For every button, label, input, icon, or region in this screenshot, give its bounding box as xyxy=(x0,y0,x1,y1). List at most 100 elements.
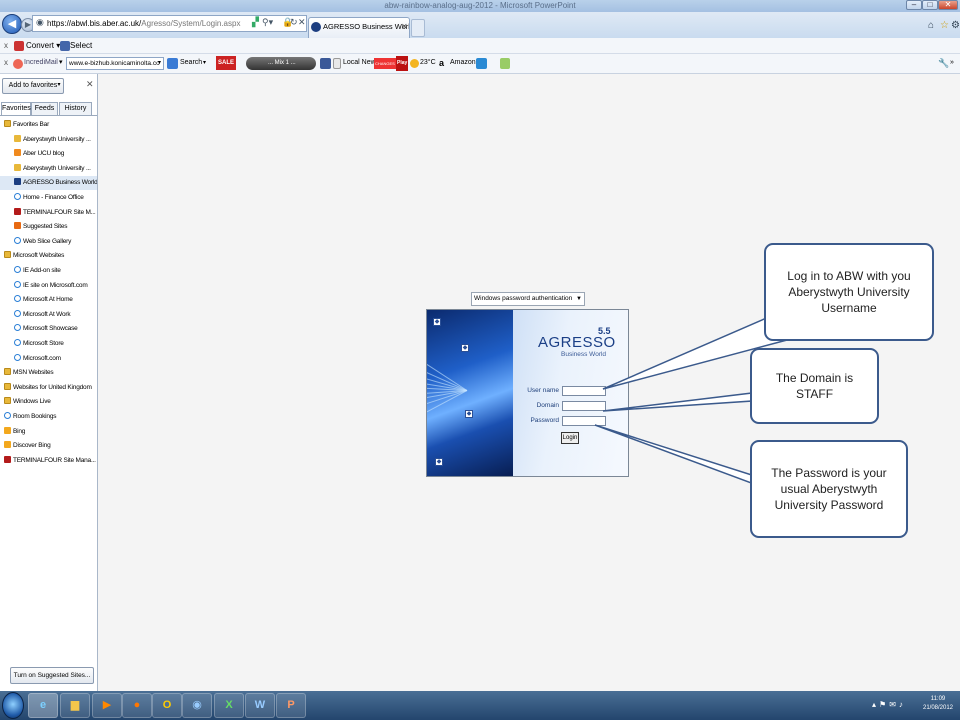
convert-button[interactable]: Convert ▾ xyxy=(26,38,60,53)
sidebar-item[interactable]: Microsoft Showcase xyxy=(0,322,97,336)
sidebar-item[interactable]: Favorites Bar xyxy=(0,118,97,132)
wrench-icon[interactable]: 🔧 xyxy=(938,54,949,72)
system-tray-icons[interactable]: ▴⚑✉♪ xyxy=(872,700,906,709)
username-callout: Log in to ABW with you Aberystwyth Unive… xyxy=(764,243,934,341)
sidebar-item[interactable]: MSN Websites xyxy=(0,366,97,380)
sidebar-item[interactable]: Microsoft At Work xyxy=(0,308,97,322)
tab-feeds[interactable]: Feeds xyxy=(31,102,58,115)
select-button[interactable]: Select xyxy=(70,38,92,53)
sidebar-item[interactable]: Websites for United Kingdom xyxy=(0,381,97,395)
ie-page-icon xyxy=(14,295,21,303)
close-toolbar-icon[interactable]: x xyxy=(4,54,8,72)
search-dropdown-icon[interactable]: ▾ xyxy=(203,54,206,72)
start-button[interactable] xyxy=(2,692,24,719)
sidebar-item[interactable]: TERMINALFOUR Site M... xyxy=(0,206,97,220)
username-input[interactable] xyxy=(562,386,606,396)
sidebar-item[interactable]: Aber UCU blog xyxy=(0,147,97,161)
sidebar-item[interactable]: Room Bookings xyxy=(0,410,97,424)
minimize-button[interactable]: – xyxy=(906,0,922,10)
close-window-button[interactable]: ✕ xyxy=(938,0,958,10)
sidebar-item[interactable]: Microsoft Store xyxy=(0,337,97,351)
sidebar-item-label: Bing xyxy=(13,427,26,435)
domain-callout: The Domain is STAFF xyxy=(750,348,879,424)
taskbar-ie-button[interactable]: e xyxy=(28,693,58,718)
back-button[interactable]: ◀ xyxy=(2,14,22,34)
search-icon[interactable] xyxy=(167,58,178,69)
taskbar-firefox-button[interactable]: ● xyxy=(122,693,152,718)
amazon-button[interactable]: Amazon xyxy=(450,54,476,72)
play-badge[interactable]: Play xyxy=(396,56,409,71)
favorites-list: Favorites Bar Aberystwyth University ... A… xyxy=(0,115,97,464)
sidebar-item[interactable]: Aberystwyth University ... xyxy=(0,162,97,176)
sidebar-item[interactable]: Discover Bing xyxy=(0,439,97,453)
tools-gear-icon[interactable]: ⚙ xyxy=(951,20,960,31)
banner-light-ray xyxy=(427,390,468,448)
sidebar-item[interactable]: Bing xyxy=(0,425,97,439)
toolbar-url-field[interactable]: www.e-bizhub.konicaminolta.co xyxy=(66,57,164,70)
url-dropdown-icon[interactable]: ▾ xyxy=(158,54,161,72)
sidebar-item-label: AGRESSO Business World xyxy=(23,179,97,187)
refresh-icon[interactable]: ↻ xyxy=(290,17,298,28)
banner-icon: ◆ xyxy=(433,318,441,326)
sidebar-item-label: Aber UCU blog xyxy=(23,150,65,158)
mail-dropdown-icon[interactable]: ▾ xyxy=(59,54,63,72)
stop-icon[interactable]: ✕ xyxy=(298,17,306,28)
sidebar-item[interactable]: TERMINALFOUR Site Mana... xyxy=(0,454,97,468)
compatibility-icon[interactable]: ▞ xyxy=(252,17,259,28)
login-button[interactable]: Login xyxy=(561,432,579,444)
temperature-readout[interactable]: 23°C xyxy=(420,54,436,72)
facebook-icon[interactable] xyxy=(320,58,331,69)
sidebar-item[interactable]: Microsoft At Home xyxy=(0,293,97,307)
taskbar-clock[interactable]: 11:09 21/08/2012 xyxy=(918,695,958,713)
bing-icon xyxy=(4,426,11,434)
taskbar-excel-button[interactable]: X xyxy=(214,693,244,718)
taskbar-media-button[interactable]: ▶ xyxy=(92,693,122,718)
new-tab-button[interactable] xyxy=(411,19,425,37)
search-button[interactable]: Search xyxy=(180,54,202,72)
sidebar-close-icon[interactable]: ✕ xyxy=(86,79,94,90)
domain-input[interactable] xyxy=(562,401,606,411)
sidebar-item[interactable]: Aberystwyth University ... xyxy=(0,133,97,147)
close-tab-icon[interactable]: ✕ xyxy=(401,22,408,31)
taskbar-explorer-button[interactable]: ▆ xyxy=(60,693,90,718)
browser-navigation-bar: ◀ ▶ https://abwl.bis.aber.ac.uk/Agresso/… xyxy=(0,12,960,38)
sidebar-item[interactable]: Microsoft Websites xyxy=(0,249,97,263)
taskbar-outlook-button[interactable]: O xyxy=(152,693,182,718)
bing-icon xyxy=(4,441,11,449)
home-icon[interactable]: ⌂ xyxy=(928,20,934,31)
ie-page-icon xyxy=(14,280,21,288)
sidebar-item[interactable]: Windows Live xyxy=(0,395,97,409)
sale-badge[interactable]: SALE xyxy=(216,56,237,70)
sidebar-item[interactable]: IE Add-on site xyxy=(0,264,97,278)
tab-favorites[interactable]: Favorites xyxy=(1,102,31,115)
sidebar-item[interactable]: AGRESSO Business World xyxy=(0,176,97,191)
convert-label: Convert xyxy=(26,41,55,50)
forward-arrow-icon: ▶ xyxy=(24,20,32,29)
media-player-bar[interactable]: ... Mix 1 ... xyxy=(246,57,316,70)
sidebar-item[interactable]: Home - Finance Office xyxy=(0,191,97,205)
sidebar-item[interactable]: Microsoft.com xyxy=(0,352,97,366)
close-commandbar-icon[interactable]: x xyxy=(4,38,8,53)
tab-history[interactable]: History xyxy=(59,102,92,115)
browser-tab-agresso[interactable]: AGRESSO Business World xyxy=(308,17,410,38)
skype-icon[interactable] xyxy=(476,58,487,69)
addon-icon[interactable] xyxy=(500,58,510,69)
select-icon xyxy=(60,41,70,51)
maximize-button[interactable]: □ xyxy=(922,0,938,10)
taskbar-agresso-button[interactable]: ◉ xyxy=(182,693,212,718)
sidebar-item[interactable]: IE site on Microsoft.com xyxy=(0,279,97,293)
add-favorites-dropdown[interactable]: ▾ xyxy=(54,78,64,94)
taskbar-powerpoint-button[interactable]: P xyxy=(276,693,306,718)
password-input[interactable] xyxy=(562,416,606,426)
sidebar-item[interactable]: Suggested Sites xyxy=(0,220,97,234)
toolbar-chevron-icon[interactable]: » xyxy=(950,54,954,72)
taskbar-word-button[interactable]: W xyxy=(245,693,275,718)
changes-badge[interactable]: CHANGES xyxy=(374,58,396,69)
favorites-star-icon[interactable]: ☆ xyxy=(940,20,949,31)
turn-on-suggested-sites-button[interactable]: Turn on Suggested Sites... xyxy=(10,667,94,684)
internet-explorer-icon: e xyxy=(39,699,47,711)
authentication-select[interactable]: Windows password authentication ▼ xyxy=(471,292,585,306)
sidebar-item[interactable]: Web Slice Gallery xyxy=(0,235,97,249)
search-dropdown-icon[interactable]: ⚲▾ xyxy=(262,17,273,28)
incredimail-button[interactable]: IncrediMail xyxy=(24,54,58,72)
